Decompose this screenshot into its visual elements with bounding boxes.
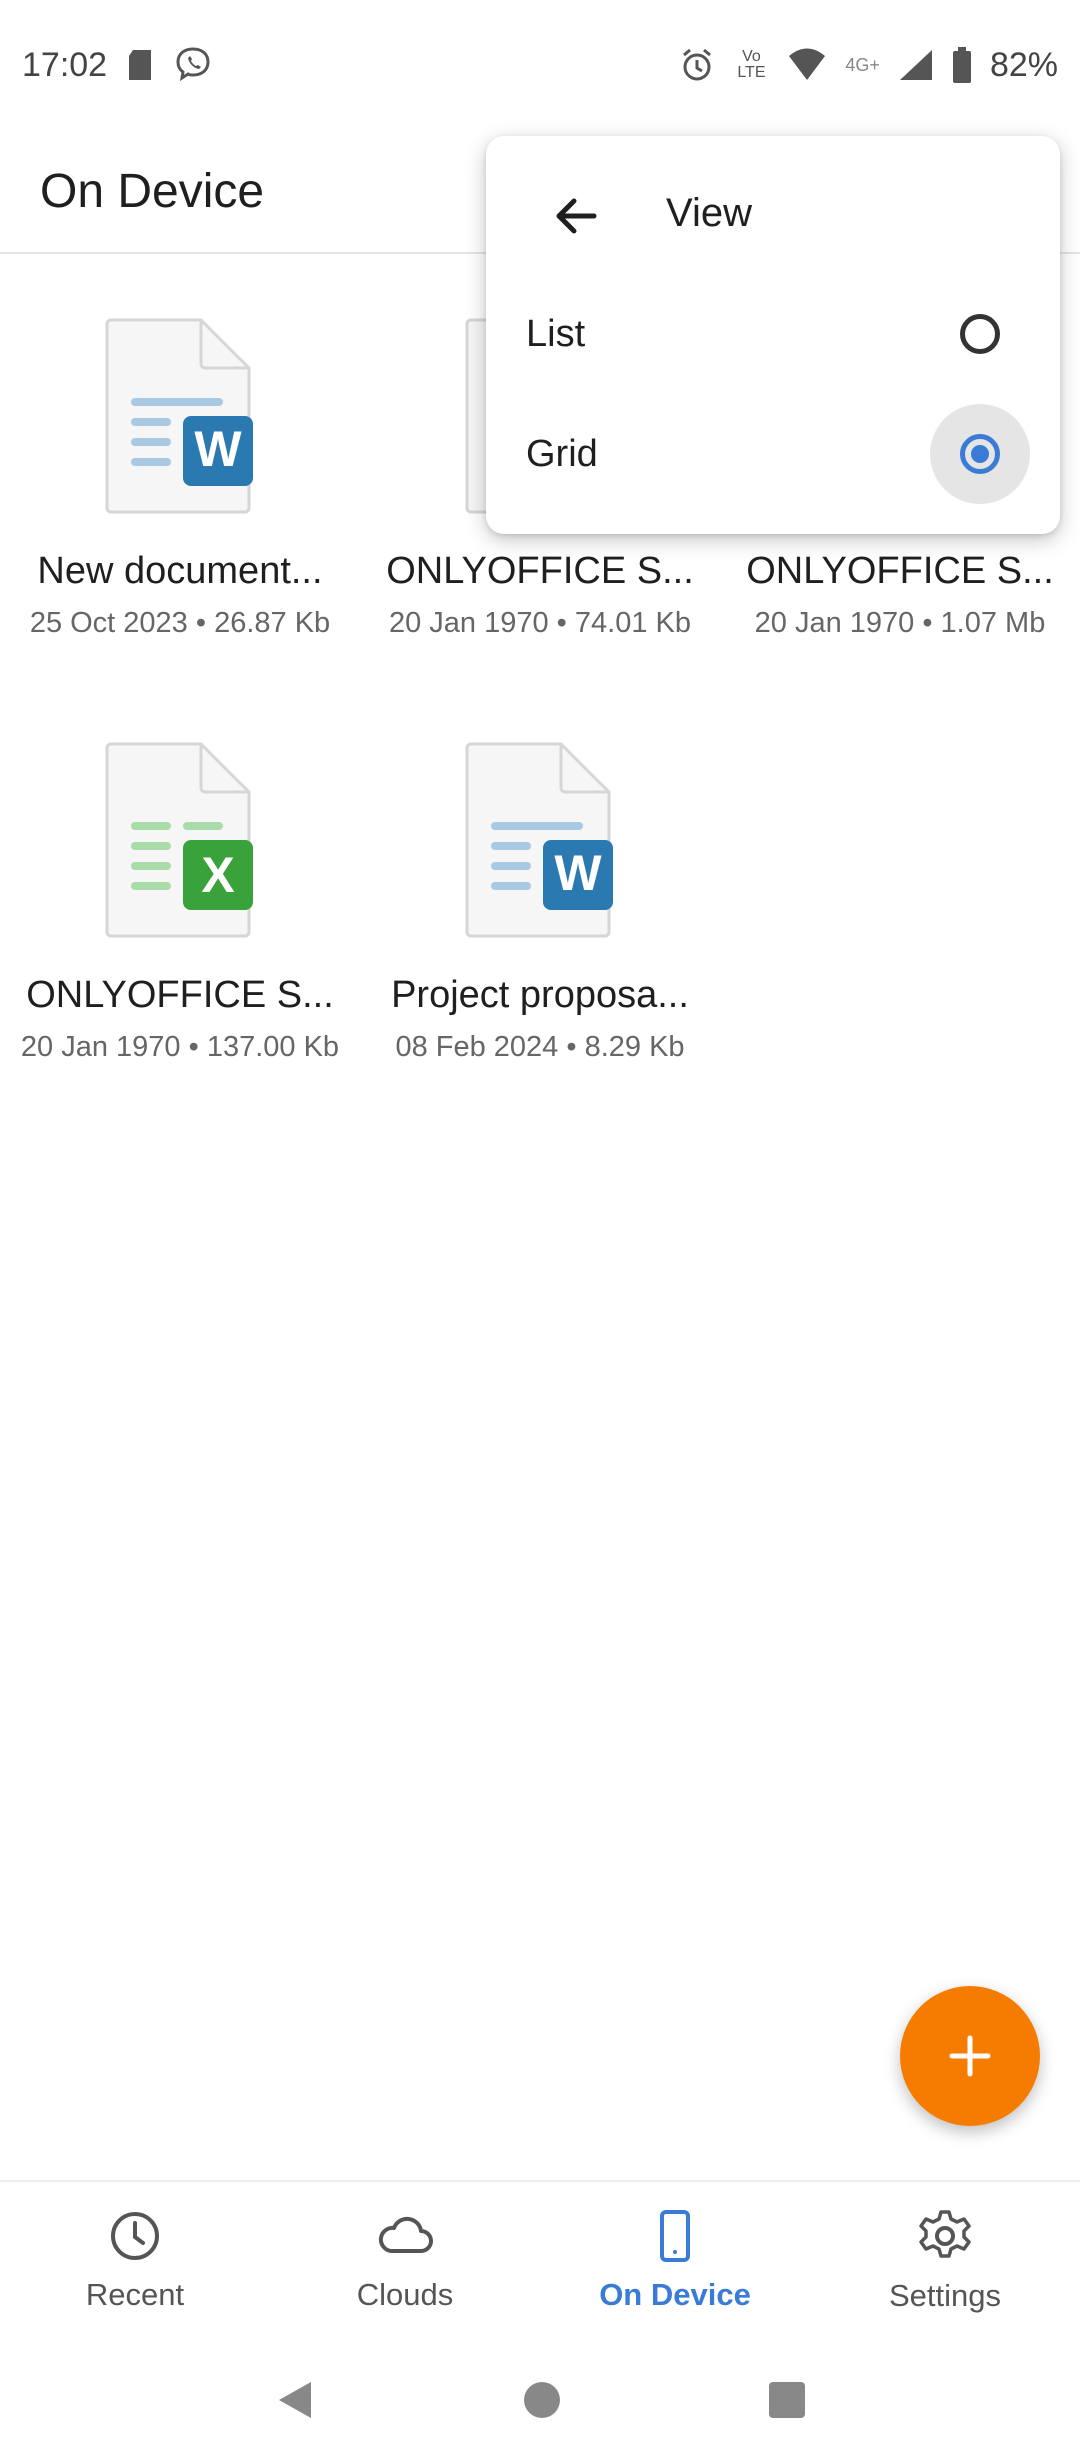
nav-label: Recent: [85, 2277, 185, 2312]
file-name: ONLYOFFICE S...: [386, 550, 694, 592]
network-type-label: 4G+: [845, 54, 880, 75]
clock-icon: [111, 2212, 159, 2260]
plus-icon: [949, 2035, 991, 2077]
nav-item-clouds[interactable]: Clouds: [270, 2182, 540, 2340]
file-item[interactable]: W New document... 25 Oct 2023 • 26.87 Kb: [0, 316, 360, 640]
signal-icon: [898, 48, 934, 82]
home-circle-icon[interactable]: [522, 2380, 562, 2420]
nav-item-on-device[interactable]: On Device: [540, 2182, 810, 2340]
file-meta: 25 Oct 2023 • 26.87 Kb: [29, 607, 331, 639]
cloud-icon: [378, 2216, 433, 2253]
file-meta: 20 Jan 1970 • 74.01 Kb: [388, 607, 691, 639]
file-name: ONLYOFFICE S...: [746, 550, 1054, 592]
svg-text:W: W: [194, 421, 242, 477]
popup-header: View: [486, 136, 1060, 296]
battery-percent: 82%: [989, 45, 1058, 84]
view-popup-menu: View List Grid: [486, 136, 1060, 534]
radio-grid[interactable]: [930, 404, 1030, 504]
file-name: ONLYOFFICE S...: [26, 974, 334, 1016]
viber-icon: [173, 45, 213, 85]
popup-title: View: [666, 191, 752, 235]
back-arrow-icon[interactable]: [546, 186, 606, 246]
file-item[interactable]: W Project proposa... 08 Feb 2024 • 8.29 …: [360, 740, 720, 1064]
file-meta: 20 Jan 1970 • 1.07 Mb: [754, 607, 1046, 639]
nav-label: Clouds: [356, 2277, 454, 2312]
system-nav-bar: [0, 2340, 1080, 2460]
gear-icon: [919, 2210, 971, 2258]
radio-checked-icon: [960, 434, 1000, 474]
recents-square-icon[interactable]: [767, 2380, 807, 2420]
file-meta: 20 Jan 1970 • 137.00 Kb: [20, 1031, 340, 1063]
file-name: New document...: [37, 550, 323, 592]
view-option-grid[interactable]: Grid: [486, 394, 1060, 514]
add-button[interactable]: [900, 1986, 1040, 2126]
file-name: Project proposa...: [391, 974, 689, 1016]
radio-list[interactable]: [930, 284, 1030, 384]
back-triangle-icon[interactable]: [273, 2378, 317, 2422]
file-item[interactable]: X ONLYOFFICE S... 20 Jan 1970 • 137.00 K…: [0, 740, 360, 1064]
docx-file-icon: W: [465, 740, 615, 940]
svg-text:X: X: [201, 847, 234, 903]
bottom-nav: Recent Clouds On Device Settings: [0, 2180, 1080, 2340]
option-label: List: [526, 312, 586, 355]
page-title: On Device: [40, 164, 265, 218]
docx-file-icon: W: [105, 316, 255, 516]
phone-icon: [660, 2210, 690, 2262]
view-option-list[interactable]: List: [486, 274, 1060, 394]
option-label: Grid: [526, 432, 598, 475]
alarm-icon: [679, 47, 715, 83]
radio-unchecked-icon: [960, 314, 1000, 354]
file-meta: 08 Feb 2024 • 8.29 Kb: [395, 1031, 685, 1063]
xlsx-file-icon: X: [105, 740, 255, 940]
screen: 17:02 Vo LTE 4G+ 82% On Device W New doc…: [0, 0, 1080, 2460]
sd-card-icon: [125, 48, 155, 82]
status-bar: 17:02 Vo LTE 4G+ 82%: [0, 0, 1080, 130]
svg-text:W: W: [554, 845, 602, 901]
battery-icon: [952, 47, 972, 83]
status-time: 17:02: [22, 45, 108, 84]
nav-label: On Device: [599, 2277, 751, 2312]
wifi-icon: [787, 48, 827, 82]
nav-item-recent[interactable]: Recent: [0, 2182, 270, 2340]
volte-label: Vo LTE: [737, 48, 766, 81]
nav-item-settings[interactable]: Settings: [810, 2182, 1080, 2340]
nav-label: Settings: [888, 2278, 1001, 2313]
